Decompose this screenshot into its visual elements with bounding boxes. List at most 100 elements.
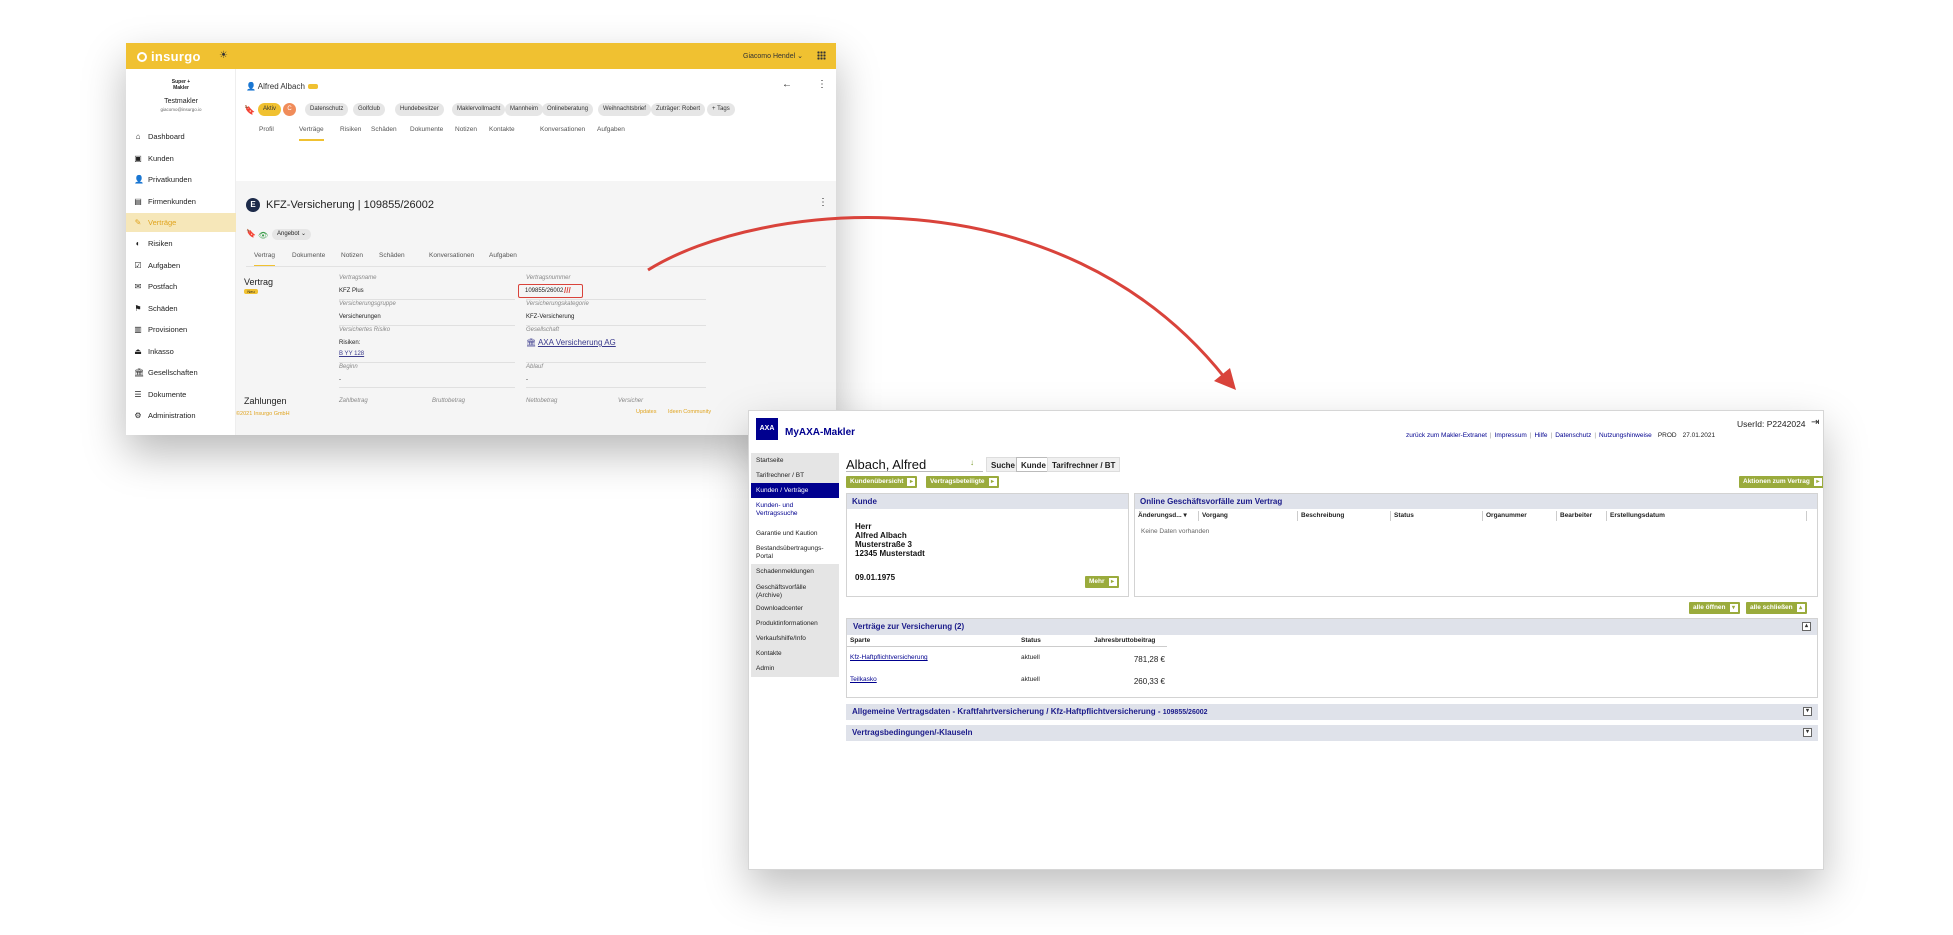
sidebar-item-administration[interactable]: ⚙ Administration: [126, 406, 236, 425]
logout-icon[interactable]: ⇥: [1811, 417, 1819, 428]
online-col-status[interactable]: Status: [1391, 511, 1483, 521]
axa-nav-verkaufshilfe-info[interactable]: Verkaufshilfe/Info: [751, 631, 839, 647]
tab-kunde[interactable]: Kunde: [1016, 457, 1051, 472]
online-col-beschreibung[interactable]: Beschreibung: [1298, 511, 1391, 521]
axa-nav-downloadcenter[interactable]: Downloadcenter: [751, 601, 839, 617]
axa-nav-garantie-und-kaution[interactable]: Garantie und Kaution: [751, 526, 839, 542]
more-vertical-icon[interactable]: ⋮: [817, 79, 827, 90]
tag-mannheim[interactable]: Mannheim: [505, 103, 544, 116]
sidebar-item-kunden[interactable]: ▣ Kunden: [126, 149, 236, 168]
sidebar-item-postfach[interactable]: ✉ Postfach: [126, 277, 236, 296]
apps-grid-icon[interactable]: [817, 51, 826, 60]
contract-tab-dokumente[interactable]: Dokumente: [292, 252, 325, 259]
axa-nav-kunden-verträge[interactable]: Kunden / Verträge: [751, 483, 839, 499]
bookmark-icon[interactable]: 🔖: [244, 105, 255, 116]
axa-nav-admin[interactable]: Admin: [751, 661, 839, 677]
sidebar-item-inkasso[interactable]: ⏏ Inkasso: [126, 342, 236, 361]
tab-tarifrechner[interactable]: Tarifrechner / BT: [1047, 457, 1121, 472]
sidebar-item-schäden[interactable]: ⚑ Schäden: [126, 299, 236, 318]
tag-datenschutz[interactable]: Datenschutz: [305, 103, 349, 116]
online-col-änderungsd[interactable]: Änderungsd... ▾: [1135, 511, 1199, 521]
tag-weihnachtsbrief[interactable]: Weihnachtsbrief: [598, 103, 651, 116]
contract-tab-aufgaben[interactable]: Aufgaben: [489, 252, 517, 259]
axa-nav-kunden-und-vertragssuche[interactable]: Kunden- und Vertragssuche: [751, 498, 839, 522]
theme-toggle-icon[interactable]: ☀: [219, 50, 228, 61]
footer-link-updates[interactable]: Updates: [636, 409, 657, 415]
tag-c[interactable]: C: [283, 103, 296, 116]
contract-tab-schäden[interactable]: Schäden: [379, 252, 405, 259]
header-link-zurück-zum-makler-extranet[interactable]: zurück zum Makler-Extranet: [1406, 432, 1487, 439]
sidebar-item-dashboard[interactable]: ⌂ Dashboard: [126, 127, 236, 146]
sidebar-item-firmenkunden[interactable]: ▤ Firmenkunden: [126, 192, 236, 211]
user-menu[interactable]: Giacomo Hendel ⌄: [743, 52, 803, 60]
axa-nav-kontakte[interactable]: Kontakte: [751, 646, 839, 662]
arrow-down-icon[interactable]: ↓: [970, 458, 974, 467]
tab-dokumente[interactable]: Dokumente: [410, 126, 443, 133]
kundenuebersicht-button[interactable]: Kundenübersicht ▸: [846, 476, 918, 488]
vertragsbeteiligte-button[interactable]: Vertragsbeteiligte ▸: [926, 476, 999, 488]
tab-suche[interactable]: Suche: [986, 457, 1021, 472]
alle-oeffnen-button[interactable]: alle öffnen ▾: [1689, 602, 1740, 614]
bookmark-icon[interactable]: 🔖: [246, 229, 256, 238]
field-value-beginn[interactable]: -: [339, 377, 341, 383]
more-vertical-icon[interactable]: ⋮: [818, 197, 828, 208]
contract-tab-konversationen[interactable]: Konversationen: [429, 252, 474, 259]
contract-tab-vertrag[interactable]: Vertrag: [254, 252, 275, 267]
tag-onlineberatung[interactable]: Onlineberatung: [542, 103, 594, 116]
online-col-vorgang[interactable]: Vorgang: [1199, 511, 1298, 521]
mehr-button[interactable]: Mehr ▸: [1085, 576, 1119, 588]
table-row-sparte[interactable]: Teilkasko: [850, 676, 877, 683]
aktionen-button[interactable]: Aktionen zum Vertrag ▸: [1739, 476, 1823, 488]
bedingungen-section-bar[interactable]: Vertragsbedingungen/-Klauseln ▾: [846, 725, 1818, 741]
customer-name[interactable]: 👤 Alfred Albach: [246, 82, 318, 91]
tab-kontakte[interactable]: Kontakte: [489, 126, 515, 133]
tab-risiken[interactable]: Risiken: [340, 126, 361, 133]
header-link-impressum[interactable]: Impressum: [1495, 432, 1527, 439]
tab-aufgaben[interactable]: Aufgaben: [597, 126, 625, 133]
eye-icon[interactable]: 👁: [258, 231, 268, 240]
axa-nav-produktinformationen[interactable]: Produktinformationen: [751, 616, 839, 632]
tag-hundebesitzer[interactable]: Hundebesitzer: [395, 103, 444, 116]
field-value-ablauf[interactable]: -: [526, 377, 528, 383]
vertraege-panel-title[interactable]: Verträge zur Versicherung (2) ▴: [847, 619, 1817, 635]
gesellschaft-link[interactable]: 🏛 AXA Versicherung AG: [526, 338, 616, 347]
tag-maklervollmacht[interactable]: Maklervollmacht: [452, 103, 506, 116]
tab-schäden[interactable]: Schäden: [371, 126, 397, 133]
insurgo-logo[interactable]: insurgo: [137, 49, 201, 64]
risiko-link[interactable]: B YY 128: [339, 351, 364, 357]
tab-notizen[interactable]: Notizen: [455, 126, 477, 133]
field-value-versicherungskategorie[interactable]: KFZ-Versicherung: [526, 314, 574, 320]
alle-schliessen-button[interactable]: alle schließen ▴: [1746, 602, 1807, 614]
tag-zuträger-robert[interactable]: Zuträger: Robert: [651, 103, 706, 116]
axa-nav-startseite[interactable]: Startseite: [751, 453, 839, 469]
status-dropdown[interactable]: Angebot ⌄: [272, 229, 312, 240]
sidebar-item-provisionen[interactable]: ▥ Provisionen: [126, 320, 236, 339]
header-link-nutzungshinweise[interactable]: Nutzungshinweise: [1599, 432, 1652, 439]
online-col-organummer[interactable]: Organummer: [1483, 511, 1557, 521]
footer-link-community[interactable]: Ideen Community: [668, 409, 711, 415]
tag-aktiv[interactable]: Aktiv: [258, 103, 282, 116]
table-row-sparte[interactable]: Kfz-Haftpflichtversicherung: [850, 654, 928, 661]
tag-golfclub[interactable]: Golfclub: [353, 103, 386, 116]
header-link-datenschutz[interactable]: Datenschutz: [1555, 432, 1591, 439]
sidebar-item-privatkunden[interactable]: 👤 Privatkunden: [126, 170, 236, 189]
contract-tab-notizen[interactable]: Notizen: [341, 252, 363, 259]
axa-logo[interactable]: AXA: [756, 418, 778, 440]
tab-profil[interactable]: Profil: [259, 126, 274, 133]
online-col-bearbeiter[interactable]: Bearbeiter: [1557, 511, 1607, 521]
online-col-erstellungsdatum[interactable]: Erstellungsdatum: [1607, 511, 1807, 521]
tag-tags[interactable]: + Tags: [707, 103, 735, 116]
axa-nav-bestandsübertragungs-portal[interactable]: Bestandsübertragungs-Portal: [751, 541, 839, 565]
tab-verträge[interactable]: Verträge: [299, 126, 324, 141]
axa-nav-tarifrechner-bt[interactable]: Tarifrechner / BT: [751, 468, 839, 484]
sidebar-item-risiken[interactable]: ◐ Risiken: [126, 234, 236, 253]
tab-konversationen[interactable]: Konversationen: [540, 126, 585, 133]
back-arrow-icon[interactable]: ←: [782, 79, 792, 90]
axa-nav-schadenmeldungen[interactable]: Schadenmeldungen: [751, 564, 839, 580]
header-link-hilfe[interactable]: Hilfe: [1534, 432, 1547, 439]
sidebar-item-dokumente[interactable]: ☰ Dokumente: [126, 385, 236, 404]
sidebar-item-verträge[interactable]: ✎ Verträge: [126, 213, 236, 232]
sidebar-item-gesellschaften[interactable]: 🏛 Gesellschaften: [126, 363, 236, 382]
allgemein-section-bar[interactable]: Allgemeine Vertragsdaten - Kraftfahrtver…: [846, 704, 1818, 720]
field-value-versicherungsgruppe[interactable]: Versicherungen: [339, 314, 381, 320]
